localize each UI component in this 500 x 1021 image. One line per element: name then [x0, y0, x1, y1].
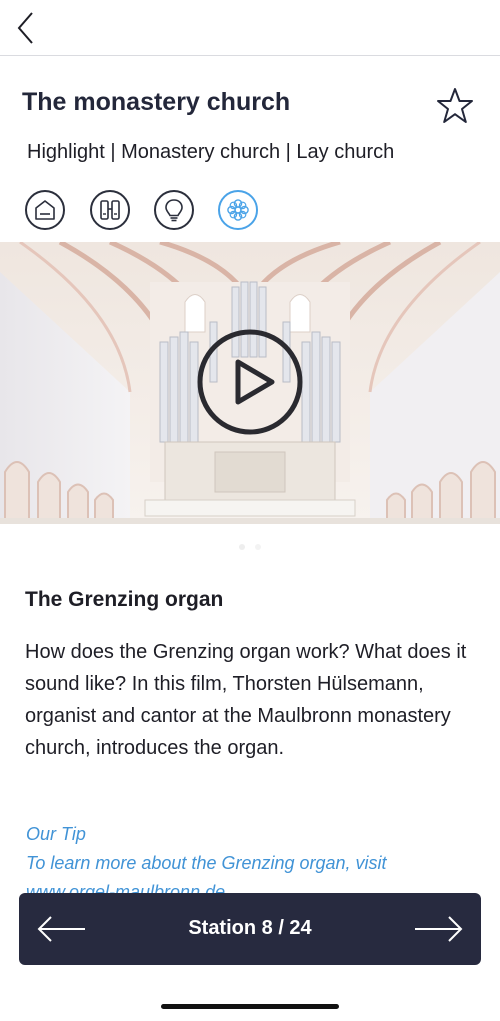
next-station-button[interactable] — [411, 911, 465, 947]
arrow-right-icon — [415, 916, 463, 942]
star-outline-icon — [437, 88, 473, 123]
chevron-left-icon — [17, 12, 33, 44]
home-indicator — [161, 1004, 339, 1009]
category-breadcrumb: Highlight | Monastery church | Lay churc… — [27, 141, 395, 163]
description-text: How does the Grenzing organ work? What d… — [25, 641, 467, 759]
media-dot — [255, 544, 261, 550]
lightbulb-icon — [165, 199, 183, 222]
tip-title: Our Tip — [26, 824, 86, 844]
back-button[interactable] — [12, 8, 46, 48]
tip-text: To learn more about the Grenzing organ, … — [26, 853, 387, 873]
media-dot-active — [239, 544, 245, 550]
play-icon — [197, 329, 303, 435]
section-heading: The Grenzing organ — [25, 588, 224, 611]
house-icon — [35, 200, 55, 220]
station-navigation-bar: Station 8 / 24 — [19, 893, 481, 965]
binoculars-icon — [100, 200, 120, 220]
flower-icon — [227, 199, 249, 221]
favorite-button[interactable] — [436, 87, 474, 125]
play-button[interactable] — [196, 328, 304, 436]
page-title: The monastery church — [22, 88, 291, 116]
media-pagination — [232, 538, 268, 550]
top-bar — [0, 0, 500, 56]
category-lightbulb-button[interactable] — [154, 190, 194, 230]
category-house-button[interactable] — [25, 190, 65, 230]
category-flower-button[interactable] — [218, 190, 258, 230]
category-binoculars-button[interactable] — [90, 190, 130, 230]
